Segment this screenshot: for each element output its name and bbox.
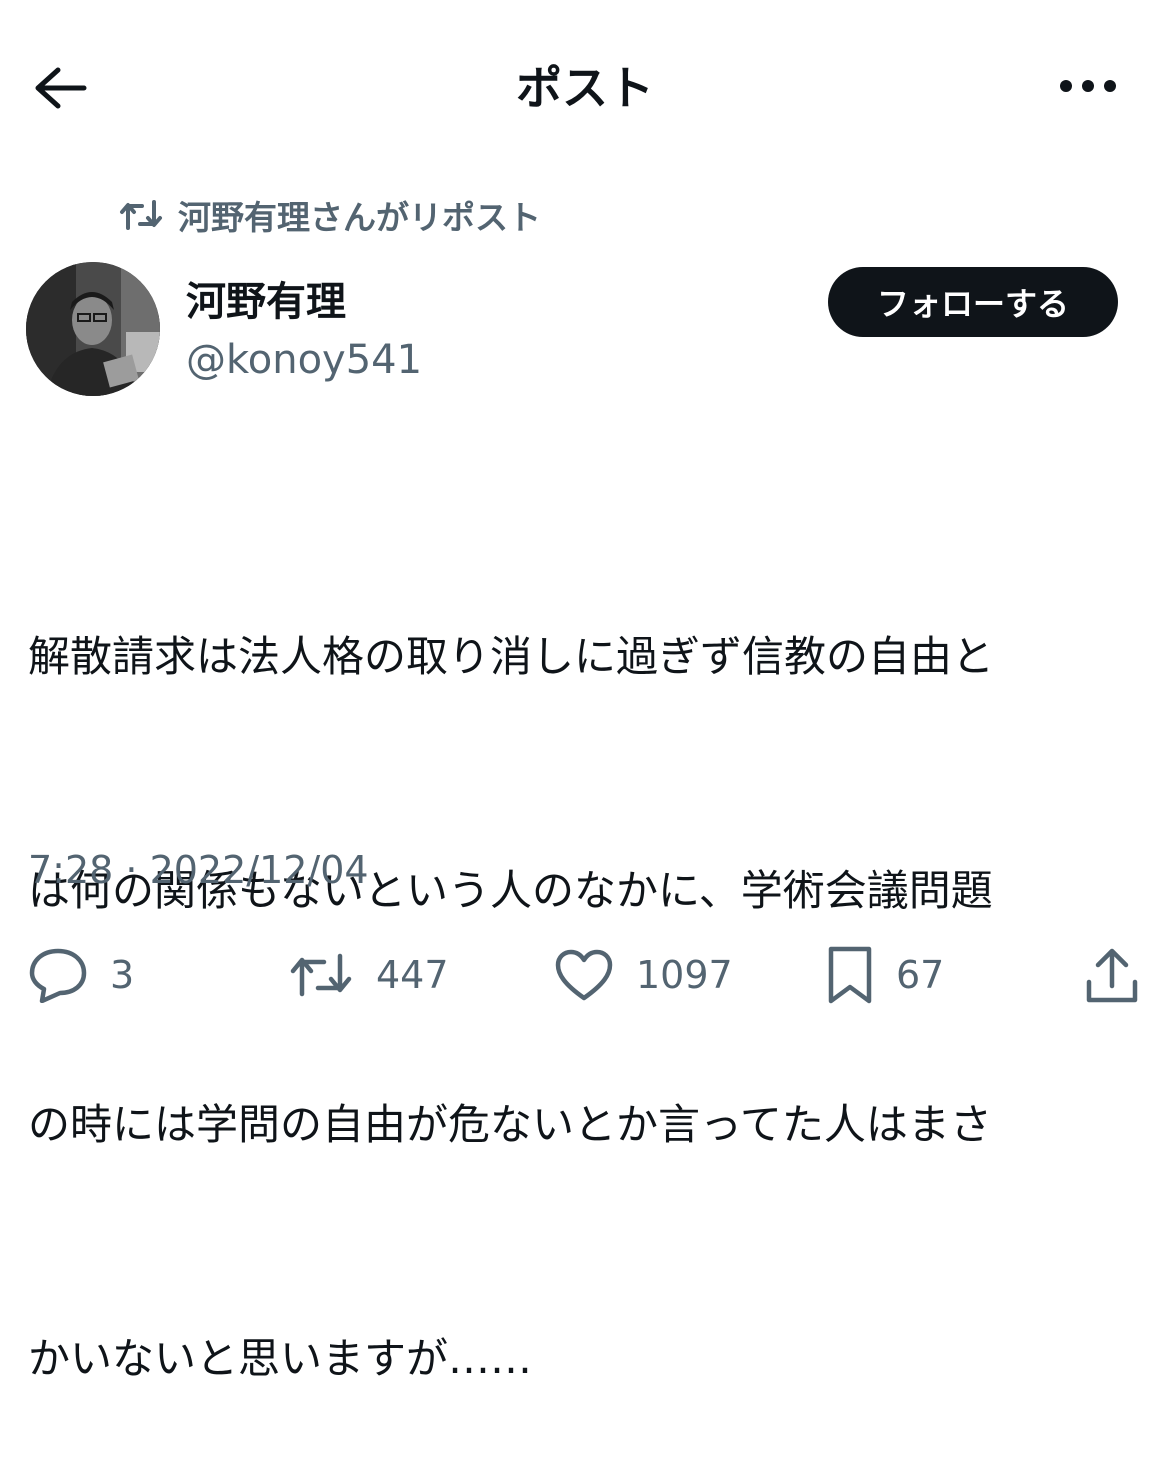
bookmark-count: 67 — [896, 953, 945, 997]
more-horizontal-icon — [1058, 78, 1118, 98]
author-display-name[interactable]: 河野有理 — [186, 276, 346, 328]
bookmark-button[interactable]: 67 — [826, 940, 944, 1010]
back-arrow-icon — [32, 66, 88, 114]
tweet-text-line: の時には学問の自由が危ないとか言ってた人はまさ — [28, 1100, 992, 1149]
share-button[interactable] — [1084, 940, 1162, 1010]
reply-count: 3 — [110, 953, 135, 997]
reply-icon — [28, 947, 88, 1003]
repost-text: 河野有理さんがリポスト — [178, 198, 541, 237]
author-handle[interactable]: @konoy541 — [186, 334, 422, 386]
back-button[interactable] — [28, 60, 92, 120]
share-icon — [1084, 946, 1140, 1004]
tweet-text-line: かいないと思いますが…… — [28, 1334, 533, 1383]
top-bar: ポスト — [0, 0, 1170, 180]
tweet-timestamp[interactable]: 7:28 · 2022/12/04 — [28, 842, 369, 898]
like-button[interactable]: 1097 — [554, 940, 733, 1010]
repost-count: 447 — [376, 953, 449, 997]
more-options-button[interactable] — [1050, 62, 1126, 114]
bookmark-icon — [826, 945, 874, 1005]
tweet-text-line: 解散請求は法人格の取り消しに過ぎず信教の自由と — [28, 632, 995, 681]
reply-button[interactable]: 3 — [28, 940, 134, 1010]
page-title: ポスト — [516, 61, 654, 115]
like-count: 1097 — [636, 953, 733, 997]
repost-icon — [118, 198, 164, 232]
repost-icon — [288, 950, 354, 1000]
repost-button[interactable]: 447 — [288, 940, 449, 1010]
heart-icon — [554, 948, 614, 1002]
follow-button[interactable]: フォローする — [828, 267, 1118, 337]
action-bar: 3 447 1097 67 — [0, 930, 1170, 1020]
avatar[interactable] — [26, 262, 160, 396]
repost-indicator[interactable]: 河野有理さんがリポスト — [118, 190, 541, 240]
